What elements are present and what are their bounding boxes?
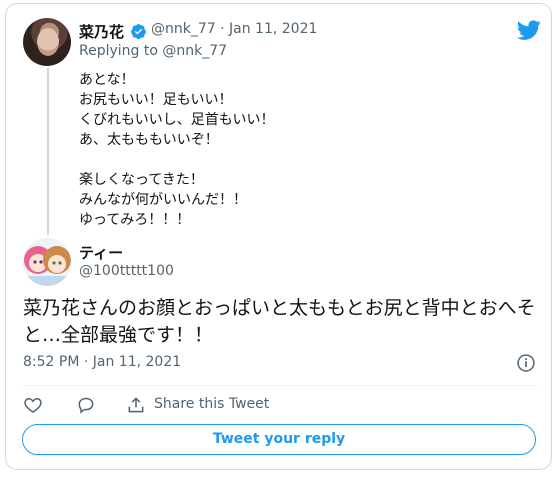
reply-display-name[interactable]: ティー [79, 242, 123, 263]
reply-handle[interactable]: @100ttttt100 [79, 263, 174, 279]
share-tweet-link[interactable]: Share this Tweet [154, 396, 269, 412]
tweet-your-reply-button[interactable]: Tweet your reply [22, 424, 536, 455]
reply-tweet-text: 菜乃花さんのお顔とおっぱいと太ももとお尻と背中とおへそと…全部最強です！！ [23, 297, 536, 346]
thread-line [47, 68, 49, 235]
info-icon[interactable] [516, 353, 536, 373]
parent-display-name[interactable]: 菜乃花 [79, 21, 124, 42]
anime-avatar-icon [23, 238, 71, 286]
tweet-timestamp[interactable]: 8:52 PM · Jan 11, 2021 [23, 354, 181, 370]
share-icon[interactable] [126, 395, 146, 415]
reply-bubble-icon[interactable] [76, 395, 96, 415]
replying-to-prefix: Replying to [79, 43, 158, 59]
twitter-logo-icon[interactable] [515, 18, 543, 42]
replying-to-handle[interactable]: @nnk_77 [162, 43, 227, 59]
parent-avatar[interactable] [23, 18, 71, 66]
verified-badge-icon [131, 24, 146, 40]
parent-handle-date[interactable]: @nnk_77 · Jan 11, 2021 [151, 21, 317, 37]
parent-tweet-text: あとな！ お尻もいい！足もいい！ くびれもいいし、足首もいい！ あ、太もももいい… [79, 72, 275, 228]
embedded-tweet-card: 菜乃花 @nnk_77 · Jan 11, 2021 Replying to @… [5, 3, 552, 470]
reply-avatar[interactable] [23, 238, 71, 286]
replying-to: Replying to @nnk_77 [79, 43, 227, 59]
like-heart-icon[interactable] [23, 395, 43, 415]
divider [23, 385, 538, 386]
